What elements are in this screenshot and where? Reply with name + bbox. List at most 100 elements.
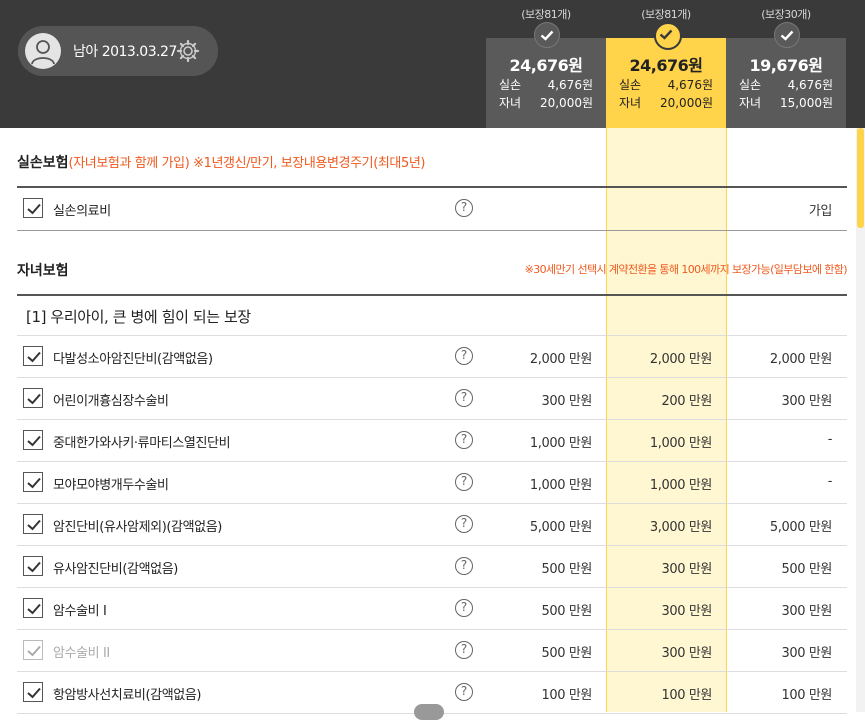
help-icon[interactable]: ?	[455, 683, 473, 701]
coverage-value-plan3: -	[827, 474, 833, 489]
coverage-value-plan3: 300 만원	[781, 394, 833, 409]
plan-price: 24,676원	[629, 56, 703, 75]
header: 남아 2013.03.27 (보장81개) 24,676원 실손 4,676원 자…	[0, 0, 865, 128]
coverage-label: 모야모야병개두수술비	[53, 478, 169, 493]
coverage-value-plan2: 100 만원	[661, 688, 713, 703]
scrollbar[interactable]	[856, 128, 865, 712]
checkbox[interactable]	[23, 346, 43, 366]
checkbox[interactable]	[23, 682, 43, 702]
plan-row-label: 자녀	[739, 96, 762, 110]
coverage-label: 다발성소아암진단비(감액없음)	[53, 352, 213, 367]
coverage-row: 암수술비 II? 500 만원 300 만원 300 만원	[17, 630, 847, 672]
plan-column-3[interactable]: (보장30개) 19,676원 실손 4,676원 자녀 15,000원	[726, 0, 846, 128]
coverage-row: 암수술비 I? 500 만원 300 만원 300 만원	[17, 588, 847, 630]
profile-pill[interactable]: 남아 2013.03.27	[18, 26, 218, 76]
plan-price: 24,676원	[509, 56, 583, 75]
coverage-label: 항암방사선치료비(감액없음)	[53, 688, 202, 703]
plan-summary-box[interactable]: 19,676원 실손 4,676원 자녀 15,000원	[726, 38, 846, 128]
coverage-value-plan3: 100 만원	[781, 688, 833, 703]
plan-row-value: 20,000원	[539, 96, 593, 110]
check-circle-icon[interactable]	[774, 22, 800, 48]
coverage-row: 암진단비(유사암제외)(감액없음)? 5,000 만원 3,000 만원 5,000 …	[17, 504, 847, 546]
coverage-value-plan3: 300 만원	[781, 604, 833, 619]
checkbox[interactable]	[23, 388, 43, 408]
floating-handle[interactable]	[414, 704, 444, 720]
coverage-row: 어린이개흉심장수술비? 300 만원 200 만원 300 만원	[17, 378, 847, 420]
checkbox[interactable]	[23, 430, 43, 450]
plan-row-value: 4,676원	[547, 78, 593, 92]
section-title-child: 자녀보험	[17, 263, 69, 279]
help-icon[interactable]: ?	[455, 431, 473, 449]
scrollbar-thumb[interactable]	[857, 128, 864, 228]
plan-summary-box[interactable]: 24,676원 실손 4,676원 자녀 20,000원	[486, 38, 606, 128]
coverage-value-plan1: 500 만원	[541, 646, 593, 661]
coverage-value-plan2: 1,000 만원	[649, 478, 712, 493]
coverage-label: 실손의료비	[53, 204, 111, 219]
coverage-value-plan2: 1,000 만원	[649, 436, 712, 451]
coverage-value-plan3: 5,000 만원	[769, 520, 832, 535]
coverage-value: 가입	[808, 204, 833, 219]
plan-row-value: 15,000원	[779, 96, 833, 110]
coverage-value-plan1: 1,000 만원	[529, 478, 592, 493]
plan-row-label: 자녀	[619, 96, 642, 110]
coverage-value-plan3: 300 만원	[781, 646, 833, 661]
coverage-value-plan3: 500 만원	[781, 562, 833, 577]
coverage-label: 암수술비 I	[53, 604, 107, 619]
plan-price: 19,676원	[749, 56, 823, 75]
help-icon[interactable]: ?	[455, 599, 473, 617]
check-circle-icon[interactable]	[534, 22, 560, 48]
plan-row-value: 4,676원	[787, 78, 833, 92]
plan-coverage-count: (보장30개)	[761, 8, 811, 21]
coverage-value-plan1: 5,000 만원	[529, 520, 592, 535]
coverage-value-plan2: 300 만원	[661, 562, 713, 577]
coverage-row: 실손의료비 ? 가입	[17, 188, 847, 230]
help-icon[interactable]: ?	[455, 347, 473, 365]
coverage-row: 중대한가와사키·류마티스열진단비? 1,000 만원 1,000 만원 -	[17, 420, 847, 462]
coverage-label: 어린이개흉심장수술비	[53, 394, 169, 409]
checkbox[interactable]	[23, 198, 43, 218]
plan-row-label: 실손	[619, 78, 642, 92]
coverage-label: 암진단비(유사암제외)(감액없음)	[53, 520, 222, 535]
coverage-row: 다발성소아암진단비(감액없음)? 2,000 만원 2,000 만원 2,000 만원	[17, 336, 847, 378]
help-icon[interactable]: ?	[455, 389, 473, 407]
coverage-value-plan2: 300 만원	[661, 646, 713, 661]
profile-info: 남아 2013.03.27	[73, 44, 177, 60]
help-icon[interactable]: ?	[455, 557, 473, 575]
divider	[17, 230, 847, 231]
checkbox[interactable]	[23, 598, 43, 618]
gear-icon[interactable]	[176, 39, 200, 63]
coverage-value-plan1: 100 만원	[541, 688, 593, 703]
plan-summary-box[interactable]: 24,676원 실손 4,676원 자녀 20,000원	[606, 38, 726, 128]
help-icon[interactable]: ?	[455, 199, 473, 217]
help-icon[interactable]: ?	[455, 641, 473, 659]
check-circle-icon[interactable]	[654, 22, 682, 50]
plan-row-label: 실손	[739, 78, 762, 92]
coverage-value-plan1: 1,000 만원	[529, 436, 592, 451]
checkbox[interactable]	[23, 640, 43, 660]
plan-column-2-selected[interactable]: (보장81개) 24,676원 실손 4,676원 자녀 20,000원	[606, 0, 726, 128]
coverage-value-plan1: 500 만원	[541, 604, 593, 619]
plan-row-label: 자녀	[499, 96, 522, 110]
plan-row-value: 4,676원	[667, 78, 713, 92]
coverage-value-plan3: -	[827, 432, 833, 447]
section-title-silson: 실손보험(자녀보험과 함께 가입) ※1년갱신/만기, 보장내용변경주기(최대5…	[17, 152, 426, 172]
coverage-label: 중대한가와사키·류마티스열진단비	[53, 436, 231, 451]
plan-column-1[interactable]: (보장81개) 24,676원 실손 4,676원 자녀 20,000원	[486, 0, 606, 128]
section-note: ※30세만기 선택시 계약전환을 통해 100세까지 보장가능(일부담보에 한함…	[524, 263, 848, 276]
coverage-value-plan2: 2,000 만원	[649, 352, 712, 367]
help-icon[interactable]: ?	[455, 473, 473, 491]
coverage-row: 유사암진단비(감액없음)? 500 만원 300 만원 500 만원	[17, 546, 847, 588]
divider	[17, 294, 847, 296]
coverage-row: 모야모야병개두수술비? 1,000 만원 1,000 만원 -	[17, 462, 847, 504]
checkbox[interactable]	[23, 472, 43, 492]
checkbox[interactable]	[23, 556, 43, 576]
help-icon[interactable]: ?	[455, 515, 473, 533]
plan-coverage-count: (보장81개)	[641, 8, 691, 21]
coverage-value-plan2: 3,000 만원	[649, 520, 712, 535]
checkbox[interactable]	[23, 514, 43, 534]
coverage-value-plan2: 300 만원	[661, 604, 713, 619]
coverage-value-plan3: 2,000 만원	[769, 352, 832, 367]
coverage-value-plan1: 500 만원	[541, 562, 593, 577]
section-note: (자녀보험과 함께 가입) ※1년갱신/만기, 보장내용변경주기(최대5년)	[68, 156, 426, 171]
coverage-label: 암수술비 II	[53, 646, 110, 661]
